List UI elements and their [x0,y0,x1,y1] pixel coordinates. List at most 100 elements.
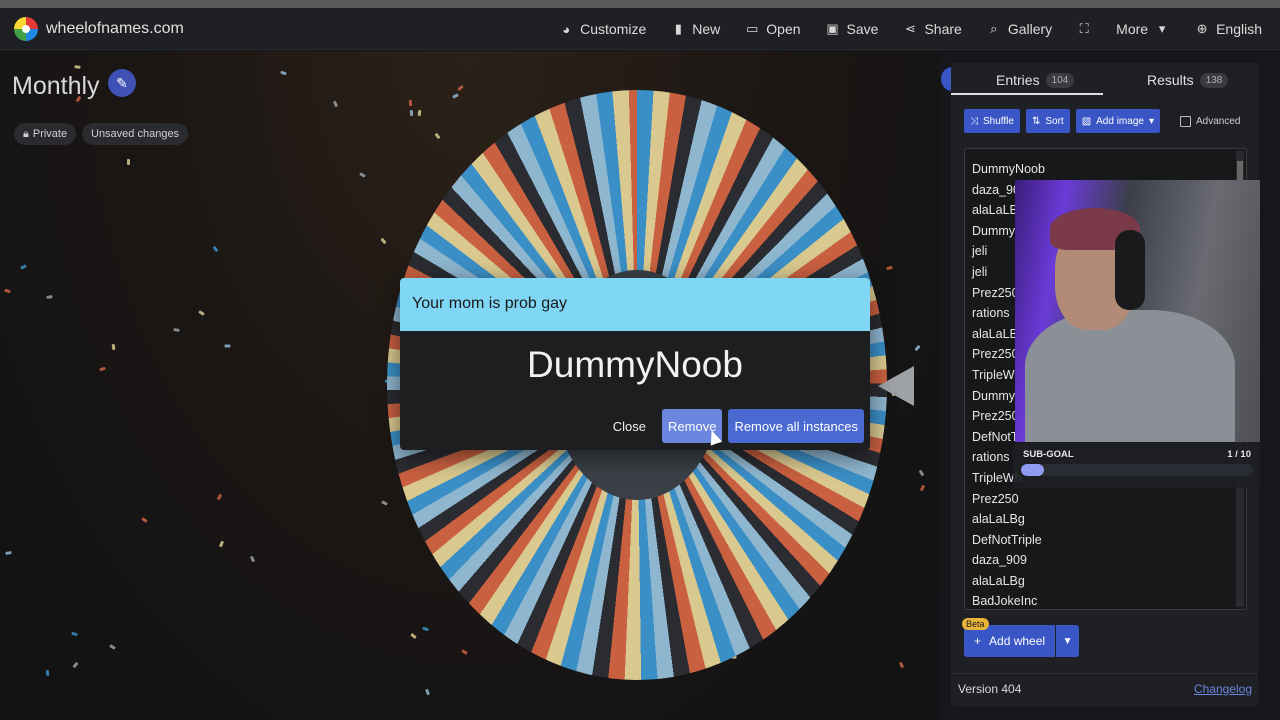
sort-button[interactable]: ⇅ Sort [1025,109,1070,133]
remove-all-instances-button[interactable]: Remove all instances [728,409,864,443]
chevron-down-icon: ▾ [1158,21,1166,36]
search-icon: ⌕ [990,21,998,36]
subgoal-count: 1 / 10 [1227,449,1251,460]
nav-customize[interactable]: ◕ Customize [558,21,646,37]
nav-gallery[interactable]: ⌕ Gallery [986,21,1052,37]
close-button[interactable]: Close [603,409,656,443]
nav-label: More [1116,21,1149,37]
confetti-piece [224,344,231,348]
nav-label: English [1216,21,1262,37]
nav-label: Customize [580,21,647,37]
entry-line: alaLaLBg [972,512,1025,527]
confetti-piece [111,343,116,351]
entry-line: daza_909 [972,553,1027,568]
shuffle-label: Shuffle [983,115,1014,127]
tab-label: Entries [996,72,1040,88]
nav-share[interactable]: ⋖ Share [902,21,962,37]
sort-label: Sort [1045,115,1064,127]
advanced-checkbox[interactable]: Advanced [1179,115,1241,127]
image-icon: ▧ [1081,115,1092,127]
confetti-piece [216,493,223,501]
confetti-piece [173,328,180,332]
add-image-label: Add image [1096,115,1144,127]
add-wheel-dropdown-button[interactable]: ▼ [1056,625,1080,657]
divider [951,673,1258,674]
entry-line: alaLaLBg [972,573,1025,588]
globe-icon: ⊕ [1196,21,1208,36]
privacy-badge[interactable]: 🔒︎ Private [14,123,77,145]
changelog-link[interactable]: Changelog [1194,682,1252,696]
confetti-piece [20,264,27,270]
tab-results[interactable]: Results 138 [1147,72,1229,88]
confetti-piece [280,70,287,76]
checkbox-icon[interactable] [1179,115,1191,127]
confetti-piece [109,644,116,650]
wheel-logo-icon [14,16,38,41]
subgoal-progress-track [1021,464,1253,476]
subgoal-label: SUB-GOAL [1023,449,1074,460]
headphones-icon [1115,230,1145,310]
tab-entries[interactable]: Entries 104 [996,72,1075,88]
nav-open[interactable]: ▭ Open [744,21,800,37]
unsaved-label: Unsaved changes [91,128,180,140]
webcam-person-body [1025,310,1235,442]
nav-label: Gallery [1007,21,1053,37]
beta-badge: Beta [962,618,989,630]
unsaved-badge: Unsaved changes [82,123,189,145]
plus-icon: + [974,634,982,648]
nav-more[interactable]: More ▾ [1116,21,1170,37]
entries-count-badge: 104 [1045,72,1075,88]
confetti-piece [359,172,366,178]
chevron-down-icon: ▼ [1062,635,1073,647]
lock-icon: 🔒︎ [23,127,29,140]
confetti-piece [198,310,205,316]
sort-icon: ⇅ [1031,115,1041,127]
brand[interactable]: wheelofnames.com [14,16,184,41]
wheel-pointer-icon [878,366,914,406]
entry-line: DummyNoob [972,162,1045,176]
confetti-piece [5,551,12,555]
confetti-piece [212,245,219,253]
results-count-badge: 138 [1199,72,1229,88]
wheel-title: Monthly [12,72,100,100]
confetti-piece [71,631,78,637]
confetti-piece [886,265,893,271]
site-name: wheelofnames.com [46,19,184,37]
confetti-piece [127,159,130,165]
confetti-piece [380,237,387,245]
nav-label: New [692,21,721,37]
scrollbar-thumb[interactable] [1237,161,1243,181]
confetti-piece [74,65,81,69]
webcam-overlay [1015,180,1260,442]
confetti-piece [249,555,256,563]
add-image-button[interactable]: ▧ Add image ▾ [1075,109,1160,133]
nav-fullscreen[interactable]: ⛶ [1076,21,1092,37]
shuffle-button[interactable]: ⤨ Shuffle [964,109,1020,133]
advanced-label: Advanced [1195,115,1241,127]
tab-label: Results [1147,72,1194,88]
nav-label: Save [846,21,879,37]
dialog-header: Your mom is prob gay [400,278,870,331]
confetti-piece [914,344,921,352]
confetti-piece [46,295,53,299]
entry-line: Prez250 [972,491,1019,506]
folder-icon: ▭ [746,21,759,36]
navbar: wheelofnames.com ◕ Customize ▮ New ▭ Open ▣… [0,8,1280,50]
share-icon: ⋖ [905,21,916,36]
nav-language[interactable]: ⊕ English [1194,21,1262,37]
confetti-piece [918,469,925,477]
confetti-piece [99,366,106,372]
nav-label: Open [766,21,801,37]
pencil-icon: ✎ [116,74,128,91]
privacy-label: Private [32,128,68,140]
nav-items: ◕ Customize ▮ New ▭ Open ▣ Save ⋖ Share ⌕ Gall… [558,8,1262,50]
nav-save[interactable]: ▣ Save [825,21,879,37]
shuffle-icon: ⤨ [970,115,978,127]
save-icon: ▣ [826,21,839,36]
confetti-piece [141,517,148,523]
edit-title-button[interactable]: ✎ [108,69,136,97]
nav-new[interactable]: ▮ New [670,21,721,37]
add-wheel-label: Add wheel [989,634,1046,648]
entries-toolbar: ⤨ Shuffle ⇅ Sort ▧ Add image ▾ Advanced [964,109,1240,133]
confetti-piece [45,669,50,677]
